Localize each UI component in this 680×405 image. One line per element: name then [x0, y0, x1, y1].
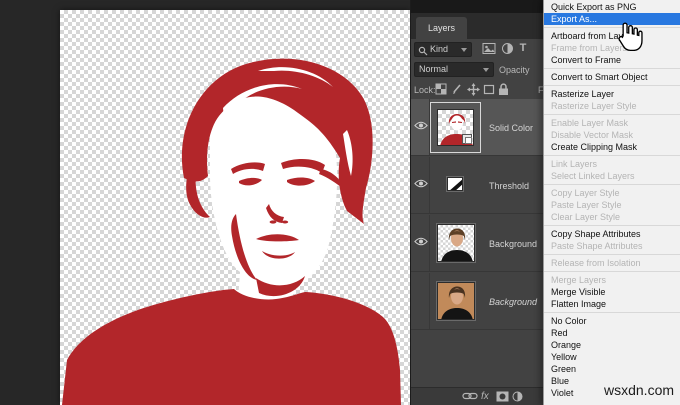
menu-item-disable-vector-mask: Disable Vector Mask [544, 129, 680, 141]
menu-separator [544, 27, 680, 28]
blend-mode-select[interactable]: Normal [414, 62, 494, 77]
menu-separator [544, 184, 680, 185]
selected-thumbnail-frame [430, 102, 481, 153]
menu-item-orange[interactable]: Orange [544, 339, 680, 351]
menu-item-no-color[interactable]: No Color [544, 315, 680, 327]
watermark: wsxdn.com [604, 382, 674, 398]
layer-name: Background [489, 239, 537, 249]
lock-transparency-icon[interactable] [435, 83, 448, 96]
menu-separator [544, 68, 680, 69]
lock-paint-brush-icon[interactable] [451, 83, 464, 96]
lock-artboard-icon[interactable] [483, 83, 496, 96]
menu-item-clear-layer-style: Clear Layer Style [544, 211, 680, 223]
link-layers-icon[interactable] [462, 391, 478, 403]
menu-separator [544, 254, 680, 255]
menu-item-enable-layer-mask: Enable Layer Mask [544, 117, 680, 129]
layer-name: Background [489, 297, 537, 307]
pixel-layer-filter-icon[interactable] [481, 42, 497, 57]
chevron-down-icon [483, 68, 489, 72]
menu-item-release-from-isolation: Release from Isolation [544, 257, 680, 269]
chevron-down-icon [461, 48, 467, 52]
menu-item-copy-shape-attributes[interactable]: Copy Shape Attributes [544, 228, 680, 240]
menu-item-select-linked-layers: Select Linked Layers [544, 170, 680, 182]
menu-item-paste-layer-style: Paste Layer Style [544, 199, 680, 211]
menu-item-artboard-from-layers[interactable]: Artboard from Layers... [544, 30, 680, 42]
lock-all-icon[interactable] [498, 83, 511, 96]
add-layer-mask-icon[interactable] [496, 391, 509, 404]
menu-item-yellow[interactable]: Yellow [544, 351, 680, 363]
menu-item-copy-layer-style: Copy Layer Style [544, 187, 680, 199]
new-adjustment-layer-icon[interactable] [512, 391, 523, 404]
menu-item-red[interactable]: Red [544, 327, 680, 339]
threshold-adjustment-icon[interactable] [447, 177, 463, 191]
eye-icon [414, 236, 428, 247]
lock-position-move-icon[interactable] [467, 83, 480, 96]
menu-item-create-clipping-mask[interactable]: Create Clipping Mask [544, 141, 680, 153]
menu-separator [544, 225, 680, 226]
visibility-toggle[interactable] [411, 99, 430, 155]
menu-item-merge-visible[interactable]: Merge Visible [544, 286, 680, 298]
menu-separator [544, 85, 680, 86]
layer-filter-kind-select[interactable]: Kind [414, 42, 472, 57]
eye-icon [414, 178, 428, 189]
menu-separator [544, 312, 680, 313]
eye-icon [414, 120, 428, 131]
fill-layer-badge-icon [462, 134, 472, 144]
menu-separator [544, 271, 680, 272]
blend-mode-value: Normal [419, 64, 448, 74]
menu-item-flatten-image[interactable]: Flatten Image [544, 298, 680, 310]
menu-item-convert-to-smart-object[interactable]: Convert to Smart Object [544, 71, 680, 83]
hand-cursor-icon [613, 20, 643, 54]
opacity-label: Opacity [499, 65, 530, 75]
menu-item-rasterize-layer-style: Rasterize Layer Style [544, 100, 680, 112]
menu-item-link-layers: Link Layers [544, 158, 680, 170]
visibility-toggle[interactable] [411, 215, 430, 271]
search-icon [418, 46, 428, 56]
layer-name: Solid Color [489, 123, 533, 133]
tab-layers[interactable]: Layers [416, 17, 467, 39]
document-canvas[interactable] [60, 10, 410, 405]
layer-name: Threshold [489, 181, 529, 191]
layer-thumbnail-photo-cutout[interactable] [437, 224, 475, 262]
menu-item-paste-shape-attributes: Paste Shape Attributes [544, 240, 680, 252]
layer-effects-fx-icon[interactable]: fx [481, 391, 489, 402]
lock-label: Lock: [414, 85, 436, 95]
menu-item-convert-to-frame[interactable]: Convert to Frame [544, 54, 680, 66]
menu-item-frame-from-layers: Frame from Layers... [544, 42, 680, 54]
menu-item-merge-layers: Merge Layers [544, 274, 680, 286]
menu-item-green[interactable]: Green [544, 363, 680, 375]
layer-thumbnail-original-photo[interactable] [437, 282, 475, 320]
portrait-artwork [60, 10, 410, 405]
type-layer-filter-icon[interactable]: T [515, 42, 531, 57]
adjustment-layer-filter-icon[interactable] [499, 42, 515, 57]
layer-thumbnail-solid-color[interactable] [437, 109, 474, 146]
visibility-toggle[interactable] [411, 157, 430, 213]
visibility-toggle-off[interactable] [411, 273, 430, 329]
menu-separator [544, 155, 680, 156]
layer-context-menu: Quick Export as PNGExport As... Artboard … [543, 0, 680, 405]
menu-item-rasterize-layer[interactable]: Rasterize Layer [544, 88, 680, 100]
menu-item-export-as[interactable]: Export As... [544, 13, 680, 25]
kind-label: Kind [430, 44, 448, 54]
menu-item-quick-export-as-png[interactable]: Quick Export as PNG [544, 1, 680, 13]
menu-separator [544, 114, 680, 115]
